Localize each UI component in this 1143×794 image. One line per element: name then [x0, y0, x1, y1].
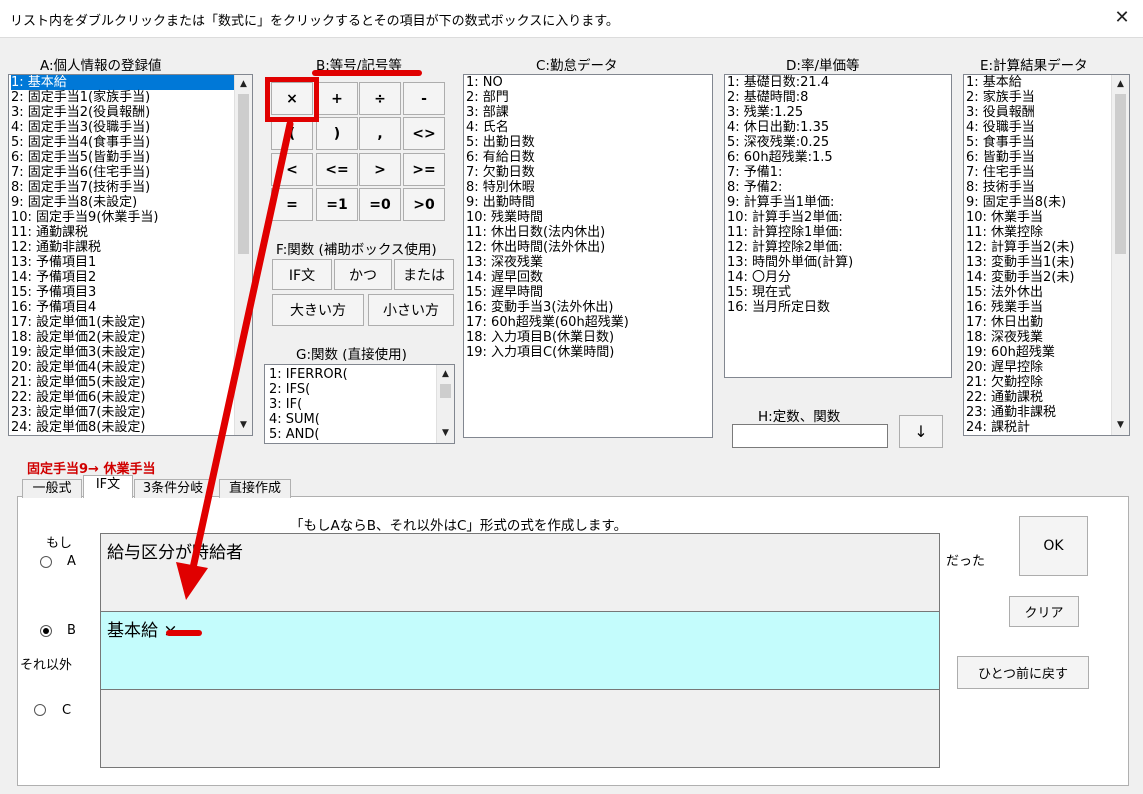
annotation-arrow — [176, 120, 294, 600]
